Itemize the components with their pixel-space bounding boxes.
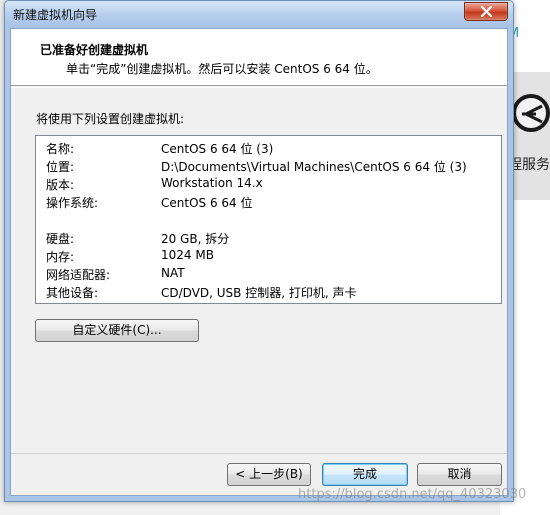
- close-button[interactable]: [464, 2, 508, 21]
- summary-value: CentOS 6 64 位 (3): [161, 142, 274, 156]
- header-title: 已准备好创建虚拟机: [40, 43, 149, 57]
- circle-arrow-icon: [512, 94, 550, 132]
- wizard-header: 已准备好创建虚拟机 单击“完成”创建虚拟机。然后可以安装 CentOS 6 64…: [11, 29, 507, 86]
- finish-button[interactable]: 完成: [322, 463, 408, 486]
- summary-row-name: 名称: CentOS 6 64 位 (3): [46, 140, 496, 158]
- window-title: 新建虚拟机向导: [13, 8, 98, 22]
- title-bar[interactable]: 新建虚拟机向导: [5, 1, 513, 27]
- summary-value: 1024 MB: [161, 248, 214, 262]
- button-area-divider: [11, 453, 507, 454]
- cancel-button[interactable]: 取消: [417, 463, 502, 486]
- summary-row-os: 操作系统: CentOS 6 64 位: [46, 194, 496, 212]
- summary-key: 版本:: [46, 178, 75, 192]
- summary-key: 位置:: [46, 160, 75, 174]
- summary-row-devices: 其他设备: CD/DVD, USB 控制器, 打印机, 声卡: [46, 284, 496, 302]
- summary-value: Workstation 14.x: [161, 176, 263, 190]
- settings-summary-box: 名称: CentOS 6 64 位 (3) 位置: D:\Documents\V…: [35, 135, 502, 304]
- summary-value: D:\Documents\Virtual Machines\CentOS 6 6…: [161, 160, 467, 174]
- header-subtitle: 单击“完成”创建虚拟机。然后可以安装 CentOS 6 64 位。: [66, 62, 378, 76]
- background-text: 程服务: [508, 157, 550, 173]
- back-button[interactable]: < 上一步(B): [227, 463, 311, 486]
- summary-key: 其他设备:: [46, 286, 99, 300]
- summary-value: NAT: [161, 266, 185, 280]
- watermark-text: https://blog.csdn.net/qq_40323030: [298, 487, 527, 502]
- customize-hardware-button[interactable]: 自定义硬件(C)...: [35, 319, 199, 342]
- summary-value: CD/DVD, USB 控制器, 打印机, 声卡: [161, 286, 357, 300]
- close-icon: [480, 6, 493, 17]
- summary-row-network: 网络适配器: NAT: [46, 266, 496, 284]
- summary-key: 网络适配器:: [46, 268, 111, 282]
- summary-value: CentOS 6 64 位: [161, 196, 253, 210]
- summary-row-version: 版本: Workstation 14.x: [46, 176, 496, 194]
- summary-key: 内存:: [46, 250, 75, 264]
- summary-row-memory: 内存: 1024 MB: [46, 248, 496, 266]
- summary-key: 操作系统:: [46, 196, 99, 210]
- intro-text: 将使用下列设置创建虚拟机:: [36, 112, 185, 126]
- header-divider: [11, 87, 507, 88]
- dialog-client-area: 已准备好创建虚拟机 单击“完成”创建虚拟机。然后可以安装 CentOS 6 64…: [10, 28, 508, 496]
- summary-row-disk: 硬盘: 20 GB, 拆分: [46, 230, 496, 248]
- summary-row-location: 位置: D:\Documents\Virtual Machines\CentOS…: [46, 158, 496, 176]
- summary-key: 名称:: [46, 142, 75, 156]
- summary-key: 硬盘:: [46, 232, 75, 246]
- summary-value: 20 GB, 拆分: [161, 232, 230, 246]
- new-vm-wizard-window: 新建虚拟机向导 已准备好创建虚拟机 单击“完成”创建虚拟机。然后可以安装 Cen…: [4, 0, 514, 502]
